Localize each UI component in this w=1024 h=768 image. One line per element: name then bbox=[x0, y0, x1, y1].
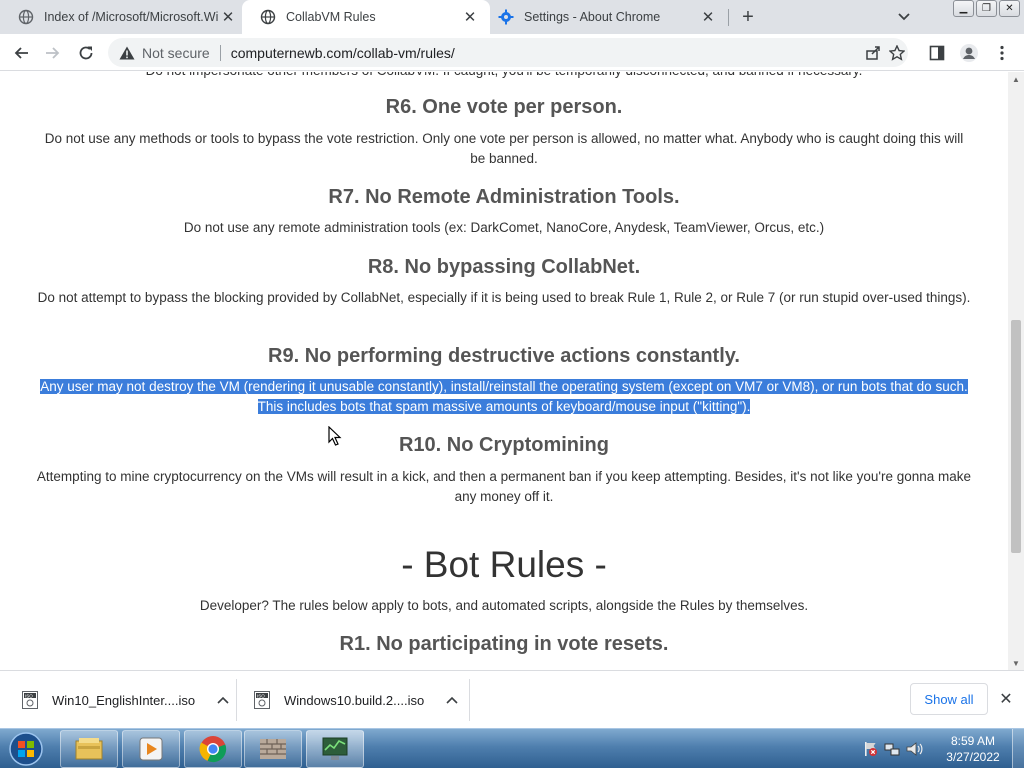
media-player-icon bbox=[139, 737, 163, 761]
side-panel-icon[interactable] bbox=[924, 40, 950, 66]
tab-index-microsoft[interactable]: Index of /Microsoft/Microsoft.Wi ✕ bbox=[0, 0, 248, 34]
back-button[interactable] bbox=[8, 40, 34, 66]
rule-r8-text: Do not attempt to bypass the blocking pr… bbox=[37, 290, 971, 305]
scrollbar-thumb[interactable] bbox=[1011, 320, 1021, 553]
tab-collabvm-rules[interactable]: CollabVM Rules ✕ bbox=[242, 0, 490, 34]
iso-file-icon: ISO bbox=[254, 691, 270, 709]
bookmark-star-icon[interactable] bbox=[884, 40, 910, 66]
chevron-up-icon[interactable] bbox=[215, 692, 231, 708]
taskbar-explorer-button[interactable] bbox=[60, 730, 118, 768]
rule-r6-heading: R6. One vote per person. bbox=[385, 96, 623, 118]
share-icon[interactable] bbox=[860, 40, 886, 66]
rule-r9-heading: R9. No performing destructive actions co… bbox=[268, 345, 740, 367]
rule-r7-heading: R7. No Remote Administration Tools. bbox=[328, 186, 680, 208]
clock-time: 8:59 AM bbox=[950, 734, 996, 748]
tab-title: Index of /Microsoft/Microsoft.Wi bbox=[44, 10, 218, 24]
restore-button[interactable]: ❐ bbox=[976, 0, 997, 17]
rule-r10-heading: R10. No Cryptomining bbox=[398, 434, 609, 456]
reload-button[interactable] bbox=[73, 40, 99, 66]
svg-text:ISO: ISO bbox=[25, 693, 33, 698]
clock-date: 3/27/2022 bbox=[946, 750, 1000, 764]
tab-separator bbox=[728, 9, 729, 26]
download-filename: Windows10.build.2....iso bbox=[284, 692, 425, 708]
explorer-icon bbox=[75, 738, 103, 760]
close-icon[interactable]: ✕ bbox=[218, 7, 238, 27]
taskbar-clock[interactable]: 8:59 AM 3/27/2022 bbox=[940, 733, 1006, 765]
download-filename: Win10_EnglishInter....iso bbox=[52, 692, 196, 708]
taskbar-chrome-button[interactable] bbox=[184, 730, 242, 768]
start-button[interactable] bbox=[4, 729, 48, 768]
show-all-downloads-button[interactable]: Show all bbox=[910, 683, 988, 715]
bot-rules-intro: Developer? The rules below apply to bots… bbox=[199, 598, 809, 613]
download-shelf: ISO Win10_EnglishInter....iso ISO Window… bbox=[0, 670, 1024, 728]
new-tab-button[interactable]: + bbox=[736, 5, 760, 29]
rule-r8-heading: R8. No bypassing CollabNet. bbox=[367, 256, 641, 278]
taskbar-media-player-button[interactable] bbox=[122, 730, 180, 768]
windows-taskbar: 8:59 AM 3/27/2022 bbox=[0, 728, 1024, 768]
taskbar-network-monitor-button[interactable] bbox=[306, 730, 364, 768]
window-controls: ▁ ❐ ✕ bbox=[953, 0, 1020, 17]
download-separator bbox=[469, 679, 470, 721]
selected-text-highlight: Any user may not destroy the VM (renderi… bbox=[40, 379, 968, 414]
network-monitor-icon bbox=[322, 737, 348, 760]
tab-title: Settings - About Chrome bbox=[524, 10, 661, 24]
close-icon[interactable]: ✕ bbox=[698, 7, 718, 27]
action-center-flag-icon[interactable] bbox=[862, 741, 878, 757]
scroll-up-arrow-icon[interactable]: ▲ bbox=[1008, 72, 1024, 86]
rule-r10-text: Attempting to mine cryptocurrency on the… bbox=[36, 469, 972, 504]
scroll-down-arrow-icon[interactable]: ▼ bbox=[1008, 656, 1024, 670]
close-icon[interactable]: ✕ bbox=[996, 689, 1016, 709]
forward-button[interactable] bbox=[40, 40, 66, 66]
taskbar-firewall-button[interactable] bbox=[244, 730, 302, 768]
download-separator bbox=[236, 679, 237, 721]
tab-settings-about-chrome[interactable]: Settings - About Chrome ✕ bbox=[480, 0, 728, 34]
rule-r9-text: Any user may not destroy the VM (renderi… bbox=[36, 377, 972, 417]
volume-icon[interactable] bbox=[906, 741, 924, 757]
svg-text:ISO: ISO bbox=[257, 693, 265, 698]
bot-rule-r1-heading: R1. No participating in vote resets. bbox=[339, 633, 669, 655]
tab-title: CollabVM Rules bbox=[286, 10, 376, 24]
iso-file-icon: ISO bbox=[22, 691, 38, 709]
globe-icon bbox=[260, 9, 276, 25]
network-icon[interactable] bbox=[884, 741, 900, 757]
page-scrollbar[interactable]: ▲ ▼ bbox=[1008, 72, 1024, 670]
firewall-icon bbox=[260, 739, 286, 759]
url-text[interactable]: computernewb.com/collab-vm/rules/ bbox=[231, 45, 455, 61]
minimize-button[interactable]: ▁ bbox=[953, 0, 974, 17]
rule-r7-text: Do not use any remote administration too… bbox=[183, 220, 825, 235]
browser-toolbar: Not secure computernewb.com/collab-vm/ru… bbox=[0, 34, 1024, 71]
windows-logo-icon bbox=[9, 732, 43, 766]
tab-search-chevron-icon[interactable] bbox=[893, 6, 915, 28]
gear-icon bbox=[498, 9, 514, 25]
profile-avatar-icon[interactable] bbox=[956, 40, 982, 66]
download-item[interactable]: ISO Windows10.build.2....iso bbox=[254, 678, 460, 722]
rule-r5-text: Do not impersonate other members of Coll… bbox=[36, 72, 972, 81]
bot-rules-heading: - Bot Rules - bbox=[401, 544, 607, 585]
download-item[interactable]: ISO Win10_EnglishInter....iso bbox=[22, 678, 231, 722]
chevron-up-icon[interactable] bbox=[444, 692, 460, 708]
page-viewport: Do not impersonate other members of Coll… bbox=[0, 72, 1008, 670]
security-status[interactable]: Not secure bbox=[142, 45, 210, 61]
menu-kebab-icon[interactable] bbox=[989, 40, 1015, 66]
system-tray bbox=[862, 735, 924, 763]
show-desktop-button[interactable] bbox=[1012, 729, 1024, 768]
tab-strip: Index of /Microsoft/Microsoft.Wi ✕ Colla… bbox=[0, 0, 1024, 34]
warning-icon[interactable] bbox=[118, 44, 136, 62]
chrome-icon bbox=[199, 736, 227, 763]
omnibox-divider bbox=[219, 44, 221, 61]
address-bar[interactable]: Not secure computernewb.com/collab-vm/ru… bbox=[108, 38, 908, 67]
mouse-cursor-icon bbox=[328, 426, 342, 446]
close-icon[interactable]: ✕ bbox=[460, 7, 480, 27]
rule-r6-text: Do not use any methods or tools to bypas… bbox=[44, 131, 964, 166]
close-window-button[interactable]: ✕ bbox=[999, 0, 1020, 17]
globe-icon bbox=[18, 9, 34, 25]
